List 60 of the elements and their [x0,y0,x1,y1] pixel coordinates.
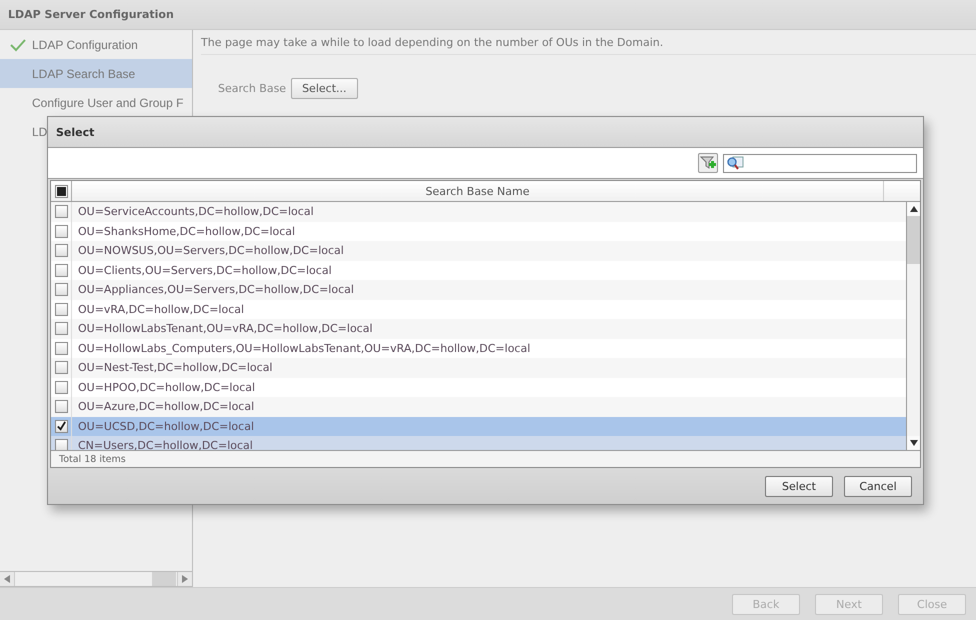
row-checkbox[interactable] [54,361,68,374]
info-message: The page may take a while to load depending on the number of OUs in the Domain. [201,30,976,55]
select-button[interactable]: Select... [291,78,358,99]
search-icon [726,156,744,170]
vertical-scrollbar[interactable] [906,202,920,450]
table-row[interactable]: OU=HPOO,DC=hollow,DC=local [51,378,906,397]
item-count: Total 18 items [59,454,126,464]
table-cell-text: OU=HollowLabsTenant,OU=vRA,DC=hollow,DC=local [77,321,373,338]
table-cell-text: OU=Clients,OU=Servers,DC=hollow,DC=local [77,262,332,279]
left-arrow-icon [4,575,10,583]
checkmark-icon [10,38,26,52]
row-checkbox[interactable] [54,342,68,355]
add-filter-button[interactable] [698,153,718,173]
horizontal-scrollbar[interactable] [0,571,192,587]
scrollbar-thumb[interactable] [152,572,176,586]
table-row[interactable]: OU=vRA,DC=hollow,DC=local [51,300,906,319]
row-checkbox[interactable] [54,283,68,296]
row-checkbox[interactable] [54,380,68,394]
search-field[interactable] [723,154,917,172]
table-row[interactable]: OU=ShanksHome,DC=hollow,DC=local [51,222,906,241]
dialog-button[interactable]: Cancel [844,476,912,496]
sidebar-item[interactable]: LDAP Configuration [0,30,192,59]
row-checkbox[interactable] [54,224,68,238]
up-arrow-icon [910,206,918,212]
row-checkbox[interactable] [54,439,68,450]
row-checkbox[interactable] [54,205,68,218]
table-row[interactable]: OU=Clients,OU=Servers,DC=hollow,DC=local [51,260,906,280]
row-checkbox[interactable] [54,420,68,433]
scrollbar-thumb[interactable] [907,216,920,264]
table-cell-text: OU=Nest-Test,DC=hollow,DC=local [77,360,272,376]
table-row[interactable]: OU=HollowLabsTenant,OU=vRA,DC=hollow,DC=local [51,319,906,338]
table-cell-text: OU=UCSD,DC=hollow,DC=local [77,418,254,435]
table-row[interactable]: OU=ServiceAccounts,DC=hollow,DC=local [51,202,906,222]
window-title: LDAP Server Configuration [8,8,174,21]
row-checkbox[interactable] [54,322,68,336]
select-all-checkbox[interactable] [54,184,68,198]
table-row[interactable]: OU=Nest-Test,DC=hollow,DC=local [51,358,906,378]
table-row[interactable]: OU=Appliances,OU=Servers,DC=hollow,DC=local [51,280,906,300]
row-checkbox[interactable] [54,302,68,316]
table-cell-text: OU=ServiceAccounts,DC=hollow,DC=local [77,204,314,220]
table-cell-text: OU=Appliances,OU=Servers,DC=hollow,DC=local [77,282,354,298]
row-checkbox[interactable] [54,244,68,258]
row-checkbox[interactable] [54,400,68,414]
table-cell-text: OU=ShanksHome,DC=hollow,DC=local [77,224,296,240]
table-row[interactable]: OU=UCSD,DC=hollow,DC=local [51,416,906,436]
sidebar-item[interactable]: Configure User and Group F [0,88,192,117]
table-row[interactable]: OU=NOWSUS,OU=Servers,DC=hollow,DC=local [51,241,906,260]
search-base-label: Search Base [218,82,286,95]
table-cell-text: OU=vRA,DC=hollow,DC=local [77,302,244,318]
dialog-button[interactable]: Select [765,476,833,496]
table-cell-text: OU=HPOO,DC=hollow,DC=local [77,380,256,396]
table-cell-text: OU=Azure,DC=hollow,DC=local [77,399,254,416]
table-row[interactable]: OU=HollowLabs_Computers,OU=HollowLabsTenant,OU=vRA,DC=hollow,DC=local [51,338,906,358]
table-row[interactable]: OU=Azure,DC=hollow,DC=local [51,397,906,416]
down-arrow-icon [910,440,918,446]
table-cell-text: OU=NOWSUS,OU=Servers,DC=hollow,DC=local [77,243,344,260]
dialog-title: Select [56,126,94,138]
right-arrow-icon [182,575,188,583]
table-cell-text: OU=HollowLabs_Computers,OU=HollowLabsTenant,OU=vRA,DC=hollow,DC=local [77,340,530,357]
row-checkbox[interactable] [54,264,68,277]
